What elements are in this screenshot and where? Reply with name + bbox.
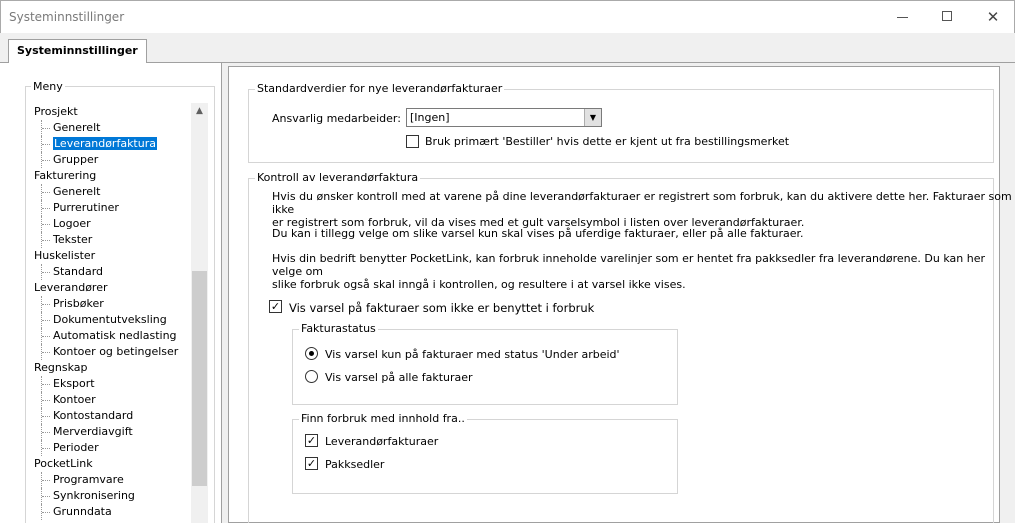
minimize-icon bbox=[897, 17, 908, 18]
responsible-select[interactable]: [Ingen] ▼ bbox=[406, 108, 602, 127]
menu-tree-label: Automatisk nedlasting bbox=[53, 329, 177, 342]
status-option-2-radio[interactable] bbox=[305, 370, 318, 383]
status-option-2-label: Vis varsel på alle fakturaer bbox=[325, 371, 473, 384]
menu-tree-label: Kontoer bbox=[53, 393, 96, 406]
menu-tree-item[interactable]: Tekster bbox=[32, 232, 190, 248]
packing-slips-checkbox[interactable]: ✓ bbox=[305, 457, 318, 470]
menu-tree-item[interactable]: Perioder bbox=[32, 440, 190, 456]
responsible-label: Ansvarlig medarbeider: bbox=[272, 112, 401, 125]
control-paragraph-2: Du kan i tillegg velge om slike varsel k… bbox=[272, 227, 804, 240]
menu-tree-label: Dokumentutveksling bbox=[53, 313, 167, 326]
menu-tree-label: Kontoer og betingelser bbox=[53, 345, 179, 358]
menu-tree-label: Leverandørfaktura bbox=[53, 137, 157, 150]
control-paragraph-3-line-2: slike forbruk også skal inngå i kontroll… bbox=[272, 278, 686, 291]
menu-scrollbar[interactable]: ▲ bbox=[191, 103, 208, 523]
menu-tree-item[interactable]: Eksport bbox=[32, 376, 190, 392]
radio-selected-dot bbox=[309, 351, 314, 356]
menu-tree-category[interactable]: Huskelister bbox=[32, 248, 190, 264]
menu-tree-item[interactable]: Merverdiavgift bbox=[32, 424, 190, 440]
menu-tree-label: Perioder bbox=[53, 441, 99, 454]
menu-tree-item[interactable]: Generelt bbox=[32, 184, 190, 200]
supplier-invoices-label: Leverandørfakturaer bbox=[325, 435, 439, 448]
control-paragraph-3-line-1: Hvis din bedrift benytter PocketLink, ka… bbox=[272, 252, 985, 278]
menu-tree-item[interactable]: Standard bbox=[32, 264, 190, 280]
window-title: Systeminnstillinger bbox=[9, 10, 125, 24]
menu-tree-label: Kontostandard bbox=[53, 409, 134, 422]
menu-tree-label: Generelt bbox=[53, 185, 101, 198]
menu-tree-label: Generelt bbox=[53, 121, 101, 134]
menu-tree-label: Programvare bbox=[53, 473, 124, 486]
menu-tree-item[interactable]: Dokumentutveksling bbox=[32, 312, 190, 328]
title-bar: Systeminnstillinger ✕ bbox=[0, 0, 1015, 33]
menu-tree-item[interactable]: Prisbøker bbox=[32, 296, 190, 312]
menu-legend: Meny bbox=[31, 80, 65, 93]
packing-slips-label: Pakksedler bbox=[325, 458, 385, 471]
menu-tree-item[interactable]: Synkronisering bbox=[32, 488, 190, 504]
menu-tree-item[interactable]: Automatisk nedlasting bbox=[32, 328, 190, 344]
scroll-up-icon[interactable]: ▲ bbox=[191, 103, 208, 120]
control-paragraph-1-line-1: Hvis du ønsker kontroll med at varene på… bbox=[272, 190, 1012, 216]
menu-tree-category[interactable]: Fakturering bbox=[32, 168, 190, 184]
menu-tree-item[interactable]: Grupper bbox=[32, 152, 190, 168]
find-legend: Finn forbruk med innhold fra.. bbox=[299, 412, 467, 425]
scroll-thumb[interactable] bbox=[192, 271, 207, 486]
defaults-group: Standardverdier for nye leverandørfaktur… bbox=[248, 82, 994, 163]
menu-tree-label: Eksport bbox=[53, 377, 95, 390]
close-button[interactable]: ✕ bbox=[973, 5, 1013, 29]
supplier-invoices-checkbox[interactable]: ✓ bbox=[305, 434, 318, 447]
menu-tree-item[interactable]: Purrerutiner bbox=[32, 200, 190, 216]
menu-tree-label: Purrerutiner bbox=[53, 201, 119, 214]
menu-tree-item[interactable]: Generelt bbox=[32, 120, 190, 136]
menu-tree-label: Leverandører bbox=[34, 281, 108, 294]
menu-tree-category[interactable]: Leverandører bbox=[32, 280, 190, 296]
menu-tree-item[interactable]: Grunndata bbox=[32, 504, 190, 520]
menu-tree-category[interactable]: PocketLink bbox=[32, 456, 190, 472]
menu-tree-item[interactable]: Logoer bbox=[32, 216, 190, 232]
warn-checkbox[interactable]: ✓ bbox=[269, 300, 282, 313]
menu-tree-item[interactable]: Kontostandard bbox=[32, 408, 190, 424]
menu-tree-label: Regnskap bbox=[34, 361, 88, 374]
status-option-1-label: Vis varsel kun på fakturaer med status '… bbox=[325, 348, 620, 361]
menu-tree-item[interactable]: Programvare bbox=[32, 472, 190, 488]
menu-tree-category[interactable]: Prosjekt bbox=[32, 104, 190, 120]
menu-tree-label: Logoer bbox=[53, 217, 91, 230]
maximize-icon bbox=[942, 11, 952, 21]
menu-tree-label: Synkronisering bbox=[53, 489, 135, 502]
menu-tree-label: Prisbøker bbox=[53, 297, 104, 310]
minimize-button[interactable] bbox=[883, 5, 923, 29]
tab-systeminnstillinger[interactable]: Systeminnstillinger bbox=[8, 39, 147, 64]
menu-tree-label: Huskelister bbox=[34, 249, 96, 262]
find-group: Finn forbruk med innhold fra.. bbox=[292, 412, 678, 494]
menu-tree-label: Merverdiavgift bbox=[53, 425, 133, 438]
menu-tree-label: Tekster bbox=[53, 233, 93, 246]
status-group: Fakturastatus bbox=[292, 322, 678, 405]
defaults-legend: Standardverdier for nye leverandørfaktur… bbox=[255, 82, 505, 95]
menu-tree-item[interactable]: Leverandørfaktura bbox=[32, 136, 190, 152]
menu-tree-label: Grunndata bbox=[53, 505, 112, 518]
menu-tree-label: Fakturering bbox=[34, 169, 97, 182]
menu-tree: Prosjekt Generelt Leverandørfaktura Grupper… bbox=[32, 104, 190, 523]
menu-tree-label: PocketLink bbox=[34, 457, 93, 470]
menu-tree-item[interactable]: Kontoer og betingelser bbox=[32, 344, 190, 360]
responsible-value: [Ingen] bbox=[410, 111, 450, 124]
tab-strip: Systeminnstillinger bbox=[0, 33, 1015, 64]
orderer-checkbox-label: Bruk primært 'Bestiller' hvis dette er k… bbox=[425, 135, 790, 148]
chevron-down-icon[interactable]: ▼ bbox=[584, 109, 601, 126]
status-option-1-radio[interactable] bbox=[305, 347, 318, 360]
control-paragraph-3: Hvis din bedrift benytter PocketLink, ka… bbox=[272, 252, 1015, 291]
menu-tree-category[interactable]: Regnskap bbox=[32, 360, 190, 376]
status-legend: Fakturastatus bbox=[299, 322, 378, 335]
menu-tree-item[interactable]: Kontoer bbox=[32, 392, 190, 408]
control-paragraph-1: Hvis du ønsker kontroll med at varene på… bbox=[272, 190, 1015, 229]
control-legend: Kontroll av leverandørfaktura bbox=[255, 171, 421, 184]
maximize-button[interactable] bbox=[928, 5, 968, 29]
menu-tree-label: Grupper bbox=[53, 153, 99, 166]
menu-tree-label: Prosjekt bbox=[34, 105, 78, 118]
warn-checkbox-label: Vis varsel på fakturaer som ikke er beny… bbox=[289, 301, 595, 315]
menu-tree-label: Standard bbox=[53, 265, 104, 278]
orderer-checkbox[interactable] bbox=[406, 135, 419, 148]
close-icon: ✕ bbox=[986, 8, 1000, 26]
